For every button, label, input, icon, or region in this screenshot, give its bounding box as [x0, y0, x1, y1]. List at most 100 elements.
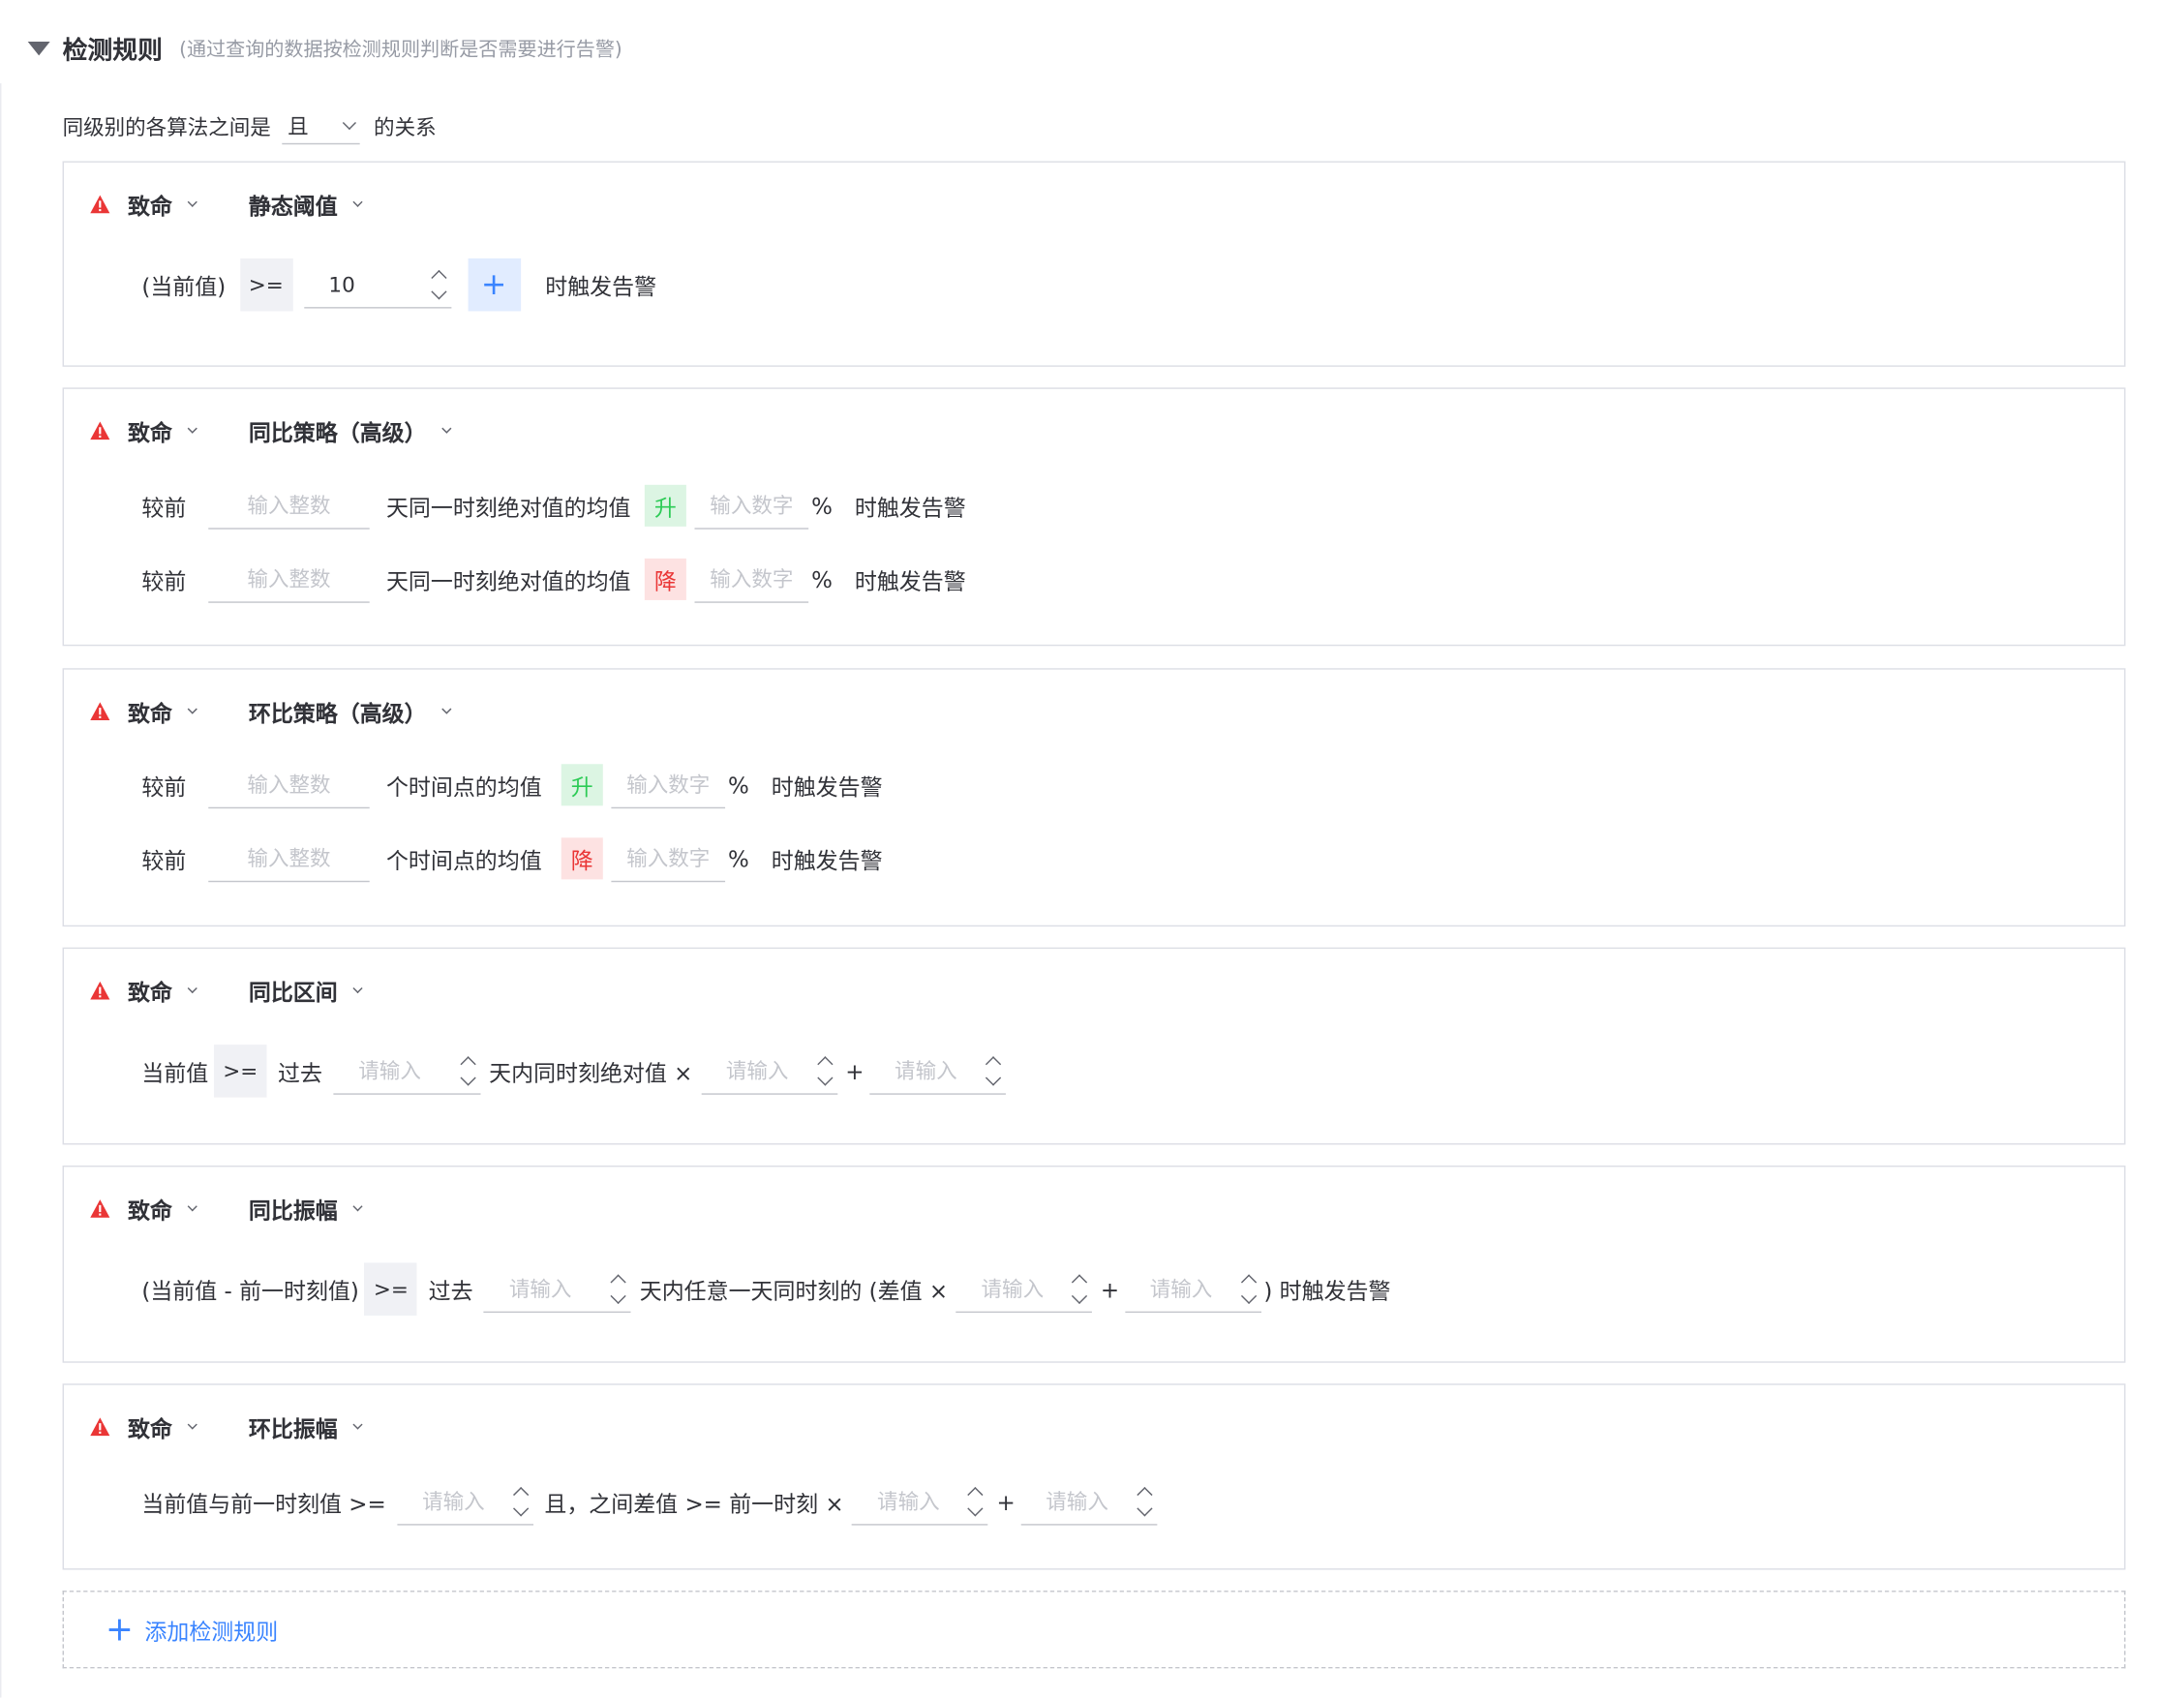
chevron-down-icon [187, 422, 197, 434]
relation-row: 同级别的各算法之间是 且 的关系 [62, 108, 437, 145]
threshold-value: 10 [328, 271, 355, 297]
days-input[interactable]: 输入整数 [208, 482, 370, 530]
algorithm-label: 环比策略（高级） [248, 700, 427, 727]
stepper-icon[interactable] [508, 1483, 533, 1519]
days-input[interactable]: 请输入 [484, 1265, 632, 1314]
warning-icon [90, 421, 110, 440]
ratio-input[interactable]: 请输入 [852, 1478, 988, 1526]
percent-label: % [727, 772, 749, 799]
algorithm-select[interactable]: 静态阈值 [248, 188, 363, 221]
algorithm-select[interactable]: 同比振幅 [248, 1192, 363, 1225]
level-select[interactable]: 致命 [128, 974, 197, 1007]
percent-input[interactable]: 输入数字 [611, 834, 726, 883]
stepper-icon[interactable] [812, 1052, 837, 1088]
algorithm-select[interactable]: 环比策略（高级） [248, 695, 452, 728]
offset-input[interactable]: 请输入 [1020, 1478, 1158, 1526]
level-label: 致命 [128, 700, 172, 727]
ratio-placeholder: 请输入 [877, 1489, 940, 1515]
offset-placeholder: 请输入 [895, 1058, 957, 1084]
days-input[interactable]: 输入整数 [208, 556, 370, 603]
warning-icon [90, 702, 110, 721]
current-compare-label: 当前值与前一时刻值 >= [141, 1490, 386, 1518]
days-placeholder: 请输入 [508, 1276, 572, 1302]
trigger-suffix: ) 时触发告警 [1263, 1278, 1391, 1305]
percent-input[interactable]: 输入数字 [694, 482, 809, 530]
plus-label: + [1100, 1276, 1120, 1303]
level-label: 致命 [128, 979, 172, 1006]
stepper-icon[interactable] [606, 1270, 631, 1306]
relation-select[interactable]: 且 [282, 108, 360, 145]
stepper-icon[interactable] [456, 1052, 481, 1088]
level-label: 致命 [128, 419, 172, 446]
plus-label: + [845, 1057, 864, 1085]
direction-down-tag[interactable]: 降 [561, 837, 603, 880]
mid-label: 且，之间差值 >= 前一时刻 × [544, 1490, 844, 1518]
mid-label: 个时间点的均值 [385, 847, 542, 874]
left-guide-line [0, 83, 2, 1698]
rule-card-static-threshold: 致命 静态阈值 (当前值) >= 10 + 时触发告警 [62, 161, 2126, 367]
level-select[interactable]: 致命 [128, 414, 197, 447]
operator-select[interactable]: >= [214, 1045, 267, 1098]
algorithm-label: 静态阈值 [248, 193, 338, 220]
add-condition-button[interactable]: + [467, 258, 521, 312]
offset-input[interactable]: 请输入 [1124, 1265, 1261, 1314]
offset-input[interactable]: 请输入 [869, 1047, 1006, 1095]
stepper-icon[interactable] [981, 1052, 1006, 1088]
level-label: 致命 [128, 1197, 172, 1225]
trigger-suffix: 时触发告警 [545, 273, 657, 300]
stepper-icon[interactable] [1236, 1270, 1261, 1306]
collapse-triangle-icon[interactable] [27, 42, 50, 56]
points-input[interactable]: 输入整数 [208, 761, 370, 809]
offset-placeholder: 请输入 [1149, 1276, 1213, 1302]
direction-down-tag[interactable]: 降 [644, 558, 686, 600]
level-label: 致命 [128, 1415, 172, 1442]
rule-card-yoy-advanced: 致命 同比策略（高级） 较前 输入整数 天同一时刻绝对值的均值 升 输入数字 %… [62, 387, 2126, 647]
ratio-placeholder: 请输入 [981, 1276, 1045, 1302]
algorithm-select[interactable]: 同比区间 [249, 974, 363, 1007]
algorithm-select[interactable]: 环比振幅 [249, 1410, 363, 1443]
plus-icon: + [106, 1610, 134, 1650]
card-head: 致命 同比区间 [89, 974, 363, 1007]
level-select[interactable]: 致命 [128, 188, 197, 221]
prefix-label: 较前 [141, 847, 187, 874]
percent-input[interactable]: 输入数字 [611, 761, 726, 809]
chevron-down-icon [342, 115, 357, 131]
section-header[interactable]: 检测规则 (通过查询的数据按检测规则判断是否需要进行告警) [27, 28, 622, 70]
threshold-input[interactable]: 请输入 [397, 1478, 533, 1526]
chevron-down-icon [352, 983, 363, 993]
ratio-input[interactable]: 请输入 [956, 1265, 1093, 1314]
direction-up-tag[interactable]: 升 [561, 764, 603, 806]
algorithm-select[interactable]: 同比策略（高级） [249, 414, 452, 447]
percent-input[interactable]: 输入数字 [694, 556, 809, 603]
level-select[interactable]: 致命 [128, 1410, 197, 1443]
mid-label: 天内任意一天同时刻的 (差值 × [639, 1278, 949, 1305]
stepper-icon[interactable] [963, 1483, 988, 1519]
relation-prefix: 同级别的各算法之间是 [62, 114, 271, 140]
ratio-input[interactable]: 请输入 [701, 1047, 837, 1095]
percent-label: % [811, 492, 833, 519]
relation-value: 且 [288, 113, 309, 139]
level-select[interactable]: 致命 [128, 695, 197, 728]
threshold-row: (当前值) >= 10 + 时触发告警 [141, 258, 657, 312]
level-select[interactable]: 致命 [128, 1192, 197, 1225]
threshold-input[interactable]: 10 [303, 261, 451, 309]
points-input[interactable]: 输入整数 [208, 834, 370, 883]
chevron-down-icon [352, 1418, 363, 1429]
stepper-icon[interactable] [1132, 1483, 1157, 1519]
chevron-down-icon [187, 1200, 197, 1211]
mid-label: 天同一时刻绝对值的均值 [385, 567, 631, 595]
add-rule-button[interactable]: + 添加检测规则 [62, 1591, 2126, 1669]
card-head: 致命 环比振幅 [89, 1410, 363, 1443]
threshold-placeholder: 请输入 [422, 1489, 485, 1515]
chevron-down-icon [441, 703, 452, 713]
days-input[interactable]: 请输入 [333, 1047, 481, 1095]
operator-select[interactable]: >= [239, 258, 293, 312]
direction-up-tag[interactable]: 升 [644, 484, 686, 527]
algorithm-label: 同比振幅 [248, 1197, 338, 1225]
stepper-icon[interactable] [426, 266, 451, 302]
warning-icon [90, 981, 110, 1000]
trigger-suffix: 时触发告警 [854, 494, 966, 522]
operator-select[interactable]: >= [364, 1262, 418, 1316]
mid-label: 个时间点的均值 [385, 773, 542, 801]
stepper-icon[interactable] [1067, 1270, 1092, 1306]
